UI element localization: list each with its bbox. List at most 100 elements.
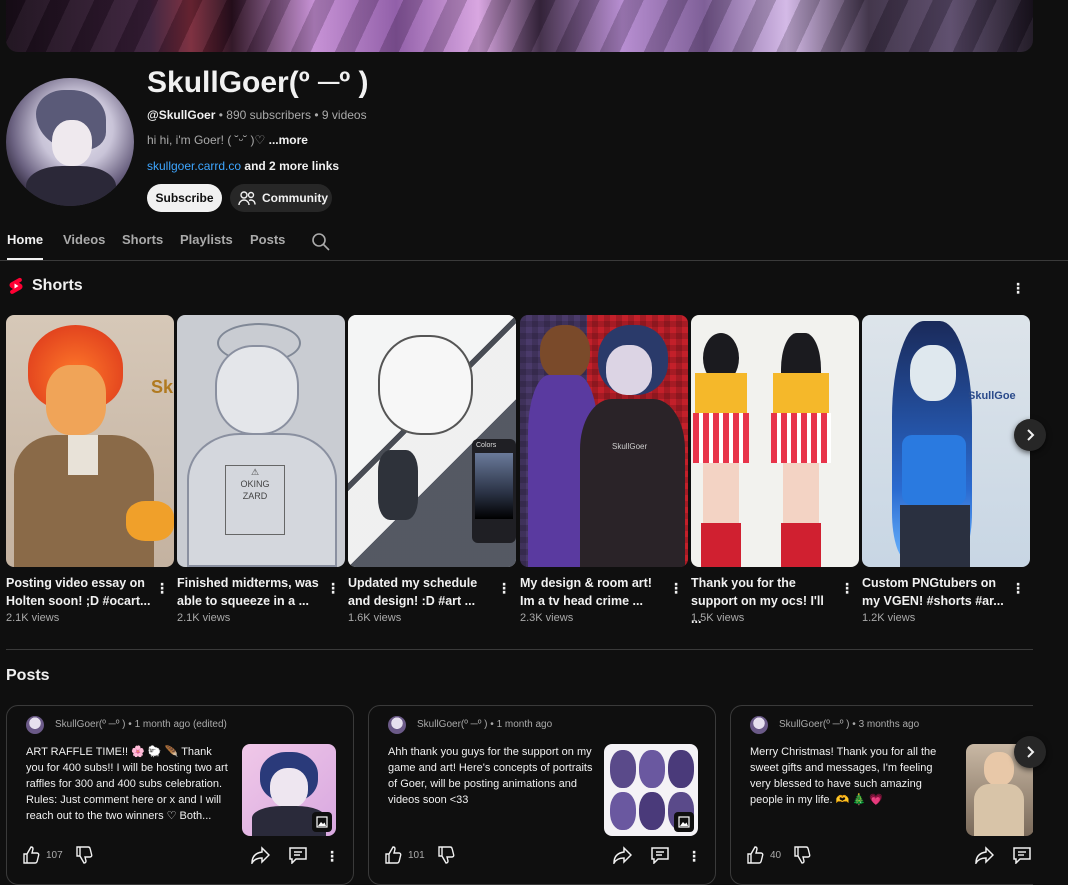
short-title[interactable]: Custom PNGtubers on my VGEN! #shorts #ar… bbox=[862, 574, 1007, 610]
post-image[interactable] bbox=[604, 744, 698, 836]
thumbs-up-icon bbox=[22, 846, 40, 864]
community-button[interactable]: Community bbox=[230, 184, 332, 212]
short-card[interactable]: Colors Updated my schedule and design! :… bbox=[348, 315, 516, 624]
channel-name: SkullGoer(º ─º ) bbox=[147, 66, 369, 99]
tab-posts[interactable]: Posts bbox=[250, 232, 285, 247]
post-author[interactable]: SkullGoer(º ─º ) bbox=[779, 719, 850, 730]
more-link[interactable]: ...more bbox=[269, 133, 308, 147]
channel-handle: @SkullGoer bbox=[147, 108, 216, 122]
short-views: 1.2K views bbox=[862, 612, 916, 624]
short-menu-icon[interactable]: ⋮ bbox=[152, 578, 172, 598]
short-views: 2.1K views bbox=[6, 612, 60, 624]
posts-next-button[interactable] bbox=[1014, 736, 1046, 768]
short-views: 2.1K views bbox=[177, 612, 231, 624]
short-card[interactable]: SkullGoe Custom PNGtubers on my VGEN! #s… bbox=[862, 315, 1030, 624]
post-time: 3 months ago bbox=[858, 719, 920, 730]
like-count: 40 bbox=[770, 849, 782, 861]
channel-meta: @SkullGoer • 890 subscribers • 9 videos bbox=[147, 108, 367, 122]
post-time: 1 month ago bbox=[496, 719, 553, 730]
channel-tabs: Home Videos Shorts Playlists Posts bbox=[0, 224, 1068, 261]
short-menu-icon[interactable]: ⋮ bbox=[837, 578, 857, 598]
comment-icon[interactable] bbox=[288, 846, 308, 864]
post-author[interactable]: SkullGoer(º ─º ) bbox=[417, 719, 488, 730]
short-menu-icon[interactable]: ⋮ bbox=[1008, 578, 1028, 598]
thumbs-down-icon[interactable] bbox=[75, 846, 93, 864]
image-gallery-icon bbox=[312, 812, 332, 832]
short-card[interactable]: Sk Posting video essay on Holten soon! ;… bbox=[6, 315, 174, 624]
short-menu-icon[interactable]: ⋮ bbox=[494, 578, 514, 598]
post-time: 1 month ago (edited) bbox=[134, 719, 227, 730]
post-menu-icon[interactable]: ⋮ bbox=[684, 846, 704, 866]
short-thumbnail[interactable] bbox=[691, 315, 859, 567]
shorts-heading: Shorts bbox=[8, 277, 83, 295]
thumbnail-text: SkullGoer bbox=[612, 442, 648, 451]
chevron-right-icon bbox=[1027, 429, 1035, 441]
share-icon[interactable] bbox=[250, 846, 270, 864]
channel-avatar[interactable] bbox=[6, 78, 134, 206]
short-title[interactable]: Updated my schedule and design! :D #art … bbox=[348, 574, 493, 610]
post-author-avatar[interactable] bbox=[388, 716, 406, 734]
share-icon[interactable] bbox=[974, 846, 994, 864]
thumbs-down-icon[interactable] bbox=[793, 846, 811, 864]
thumbs-down-icon[interactable] bbox=[437, 846, 455, 864]
channel-description[interactable]: hi hi, i'm Goer! ( ˘ᵕ˘ )♡ ...more bbox=[147, 133, 308, 147]
short-thumbnail[interactable]: Sk bbox=[6, 315, 174, 567]
post-image[interactable] bbox=[242, 744, 336, 836]
post-card[interactable]: SkullGoer(º ─º ) • 3 months ago Merry Ch… bbox=[730, 705, 1033, 885]
post-author-avatar[interactable] bbox=[26, 716, 44, 734]
like-button[interactable]: 107 bbox=[22, 846, 93, 864]
shorts-icon bbox=[8, 277, 24, 295]
video-count: 9 videos bbox=[321, 108, 367, 122]
post-text: Ahh thank you guys for the support on my… bbox=[388, 746, 593, 806]
post-menu-icon[interactable]: ⋮ bbox=[322, 846, 342, 866]
tab-home[interactable]: Home bbox=[7, 232, 44, 260]
post-actions: 101 ⋮ bbox=[384, 846, 704, 866]
image-gallery-icon bbox=[674, 812, 694, 832]
tab-playlists[interactable]: Playlists bbox=[180, 232, 233, 247]
short-views: 2.3K views bbox=[520, 612, 574, 624]
more-links[interactable]: and 2 more links bbox=[244, 159, 339, 173]
post-text: ART RAFFLE TIME!! 🌸 🐑 🪶 Thank you for 40… bbox=[26, 746, 228, 822]
short-card[interactable]: ⚠ OKING ZARD Finished midterms, was able t… bbox=[177, 315, 345, 624]
short-views: 1.6K views bbox=[348, 612, 402, 624]
thumbnail-text: Sk bbox=[151, 377, 174, 397]
like-count: 101 bbox=[408, 849, 425, 861]
post-card[interactable]: SkullGoer(º ─º ) • 1 month ago Ahh thank… bbox=[368, 705, 716, 885]
tab-shorts[interactable]: Shorts bbox=[122, 232, 163, 247]
post-card[interactable]: SkullGoer(º ─º ) • 1 month ago (edited) … bbox=[6, 705, 354, 885]
short-card[interactable]: Thank you for the support on my ocs! I'l… bbox=[691, 315, 859, 626]
short-thumbnail[interactable]: ⚠ OKING ZARD bbox=[177, 315, 345, 567]
like-button[interactable]: 101 bbox=[384, 846, 455, 864]
post-meta: SkullGoer(º ─º ) • 1 month ago bbox=[417, 719, 553, 730]
like-count: 107 bbox=[46, 849, 63, 861]
like-button[interactable]: 40 bbox=[746, 846, 811, 864]
channel-banner bbox=[6, 0, 1033, 52]
short-thumbnail[interactable]: SkullGoer bbox=[520, 315, 688, 567]
subscribe-button[interactable]: Subscribe bbox=[147, 184, 222, 212]
comment-icon[interactable] bbox=[1012, 846, 1032, 864]
description-text: hi hi, i'm Goer! ( ˘ᵕ˘ )♡ bbox=[147, 133, 266, 147]
tab-videos[interactable]: Videos bbox=[63, 232, 105, 247]
short-thumbnail[interactable]: Colors bbox=[348, 315, 516, 567]
post-author-avatar[interactable] bbox=[750, 716, 768, 734]
post-meta: SkullGoer(º ─º ) • 1 month ago (edited) bbox=[55, 719, 227, 730]
short-title[interactable]: Posting video essay on Holten soon! ;D #… bbox=[6, 574, 151, 610]
short-thumbnail[interactable]: SkullGoe bbox=[862, 315, 1030, 567]
comment-icon[interactable] bbox=[650, 846, 670, 864]
short-menu-icon[interactable]: ⋮ bbox=[666, 578, 686, 598]
shorts-next-button[interactable] bbox=[1014, 419, 1046, 451]
chevron-right-icon bbox=[1027, 746, 1035, 758]
short-card[interactable]: SkullGoer My design & room art! Im a tv … bbox=[520, 315, 688, 624]
shorts-heading-label: Shorts bbox=[32, 277, 83, 294]
post-actions: 40 bbox=[746, 846, 1033, 866]
channel-link[interactable]: skullgoer.carrd.co bbox=[147, 159, 241, 173]
search-icon[interactable] bbox=[311, 232, 331, 252]
short-menu-icon[interactable]: ⋮ bbox=[323, 578, 343, 598]
shorts-menu-icon[interactable]: ⋮ bbox=[1008, 278, 1028, 298]
short-title[interactable]: Finished midterms, was able to squeeze i… bbox=[177, 574, 322, 610]
post-author[interactable]: SkullGoer(º ─º ) bbox=[55, 719, 126, 730]
channel-links: skullgoer.carrd.co and 2 more links bbox=[147, 159, 339, 173]
share-icon[interactable] bbox=[612, 846, 632, 864]
community-label: Community bbox=[262, 191, 328, 205]
short-title[interactable]: My design & room art! Im a tv head crime… bbox=[520, 574, 665, 610]
